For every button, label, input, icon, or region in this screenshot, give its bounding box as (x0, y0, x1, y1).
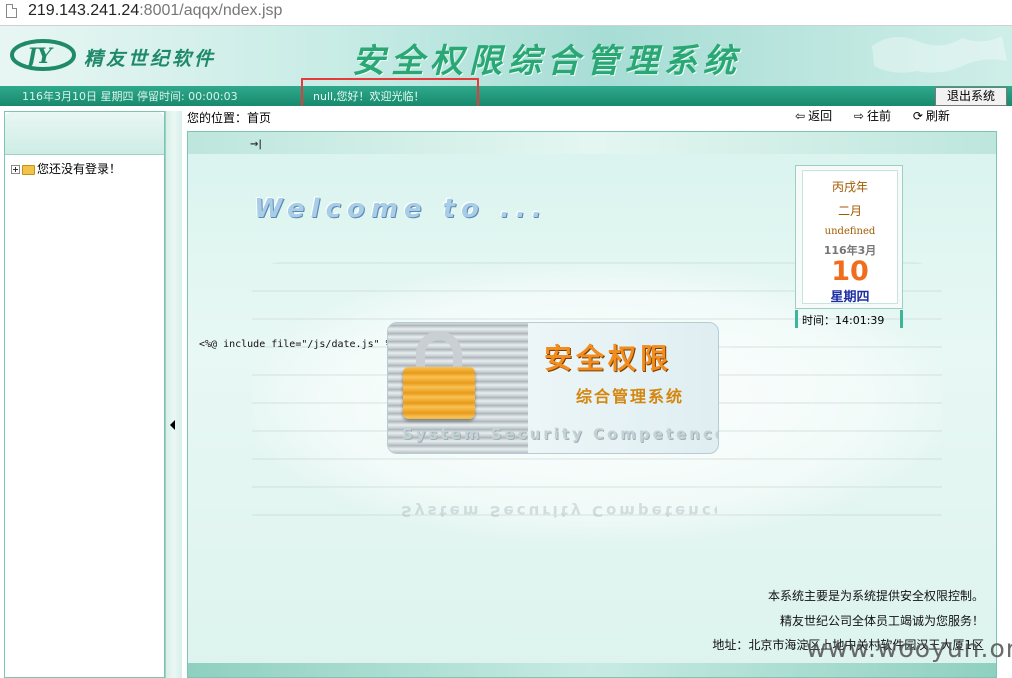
expand-icon[interactable] (11, 165, 20, 174)
calendar-widget: 丙戌年 二月 undefined 116年3月 10 星期四 (795, 165, 903, 309)
logo-title: 安全权限 (544, 342, 673, 375)
left-menu-panel: 您还没有登录！ (4, 111, 165, 678)
company-name: 精友世纪软件 (84, 48, 217, 70)
footer-line-1: 本系统主要是为系统提供安全权限控制。 (767, 589, 984, 603)
world-map-icon (872, 36, 1007, 73)
calendar-inner: 丙戌年 二月 undefined 116年3月 10 星期四 (802, 170, 898, 305)
status-bar: 116年3月10日 星期四 停留时间: 00:00:03 null,您好！欢迎光… (0, 86, 1012, 106)
weekday: 星期四 (830, 290, 870, 305)
back-label: 返回 (808, 109, 833, 123)
page-icon (6, 4, 17, 18)
include-directive-text: <%@ include file="/js/date.js" %> (199, 339, 398, 350)
url-text[interactable]: 219.143.241.24:8001/aqqx/ndex.jsp (28, 2, 282, 20)
back-button[interactable]: ⇦ 返回 (795, 107, 832, 124)
left-panel-header (5, 112, 164, 155)
logo-english: System Security Competence (402, 425, 719, 443)
date-stay-time: 116年3月10日 星期四 停留时间: 00:00:03 (22, 90, 238, 103)
logo-subtitle: 综合管理系统 (576, 387, 685, 406)
main-content: →| Welcome to ... <%@ include file="/js/… (187, 131, 997, 678)
collapse-left-icon[interactable] (170, 420, 175, 430)
url-host: 219.143.241.24 (28, 2, 140, 19)
forward-arrow-icon: ⇨ (853, 109, 864, 123)
forward-label: 往前 (866, 109, 891, 123)
content-bottom-strip (188, 663, 996, 677)
footer-line-2: 精友世纪公司全体员工竭诚为您服务！ (779, 614, 984, 628)
logout-button[interactable]: 退出系统 (935, 87, 1007, 106)
header-banner: JY 精友世纪软件 安全权限综合管理系统 (0, 26, 1012, 86)
logo-letters: JY (23, 43, 54, 68)
lunar-day: undefined (824, 226, 876, 237)
content-top-strip: →| (188, 132, 996, 154)
logo-reflection: System Security Competence (387, 452, 717, 522)
refresh-button[interactable]: ⟳ 刷新 (913, 107, 950, 124)
back-arrow-icon: ⇦ (795, 109, 806, 123)
welcome-text: Welcome to ... (254, 194, 548, 224)
day-number: 10 (831, 256, 869, 287)
security-logo-card: 安全权限 综合管理系统 System Security Competence (387, 322, 719, 454)
location-bar: 您的位置：首页 ⇦ 返回 ⇨ 往前 ⟳ 刷新 (182, 106, 1012, 128)
padlock-icon (403, 367, 475, 419)
forward-button[interactable]: ⇨ 往前 (854, 107, 891, 124)
panel-splitter[interactable] (165, 111, 182, 678)
clock-time: 时间：14:01:39 (802, 314, 885, 327)
refresh-icon: ⟳ (912, 109, 923, 123)
watermark: www.wooyun.org (806, 634, 1012, 663)
url-path: :8001/aqqx/ndex.jsp (139, 2, 283, 19)
breadcrumb: 您的位置：首页 (187, 111, 272, 125)
jy-logo-icon: JY (10, 39, 76, 71)
expand-panel-icon[interactable]: →| (250, 139, 262, 150)
system-title: 安全权限综合管理系统 (352, 41, 742, 80)
refresh-label: 刷新 (925, 109, 950, 123)
folder-icon (22, 164, 35, 175)
lunar-month: 二月 (837, 204, 862, 218)
ganzhi-year: 丙戌年 (831, 180, 868, 194)
tree-item-label[interactable]: 您还没有登录！ (37, 162, 121, 176)
logo-english-reflection: System Security Competence (401, 502, 717, 520)
address-bar[interactable]: 219.143.241.24:8001/aqqx/ndex.jsp (0, 0, 1012, 26)
menu-tree: 您还没有登录！ (11, 160, 121, 177)
nav-buttons: ⇦ 返回 ⇨ 往前 ⟳ 刷新 (795, 107, 968, 124)
